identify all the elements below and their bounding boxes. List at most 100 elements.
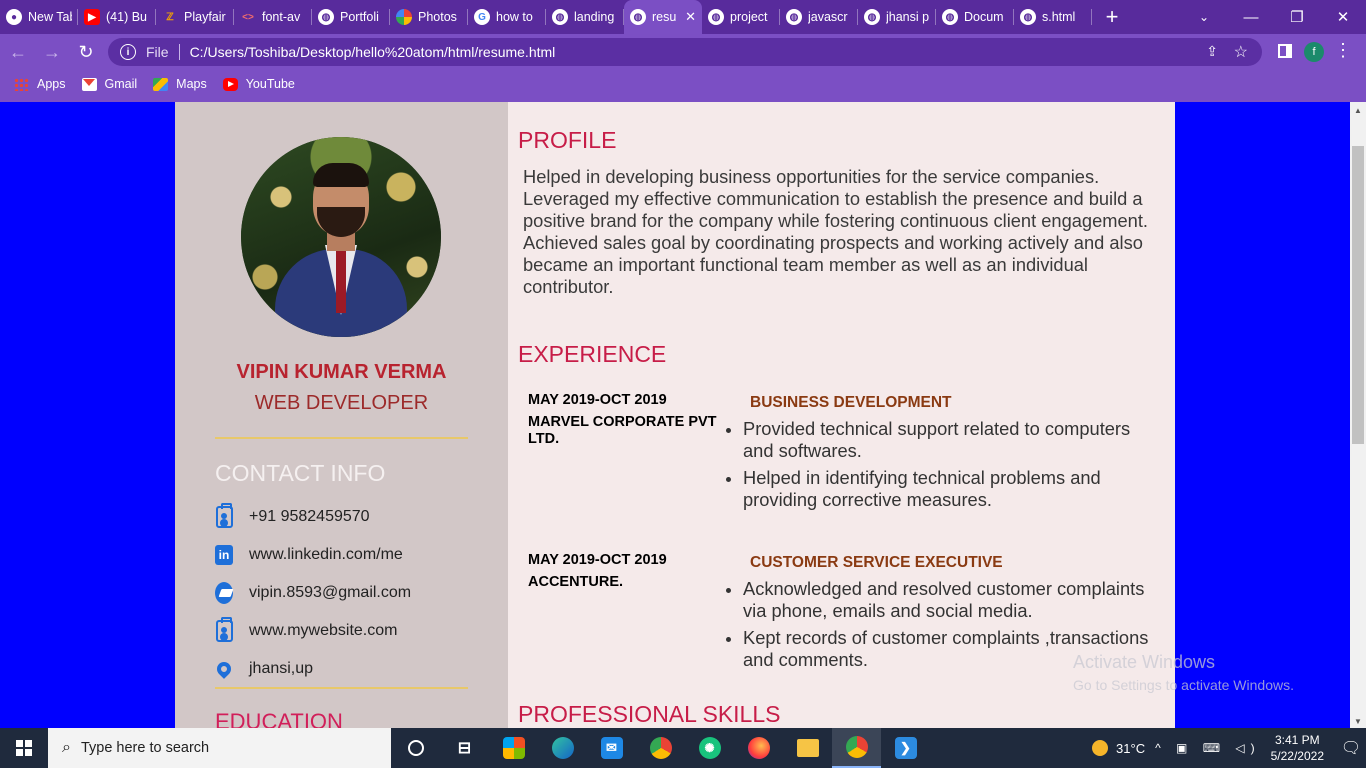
professional-skills-heading: PROFESSIONAL SKILLS — [518, 701, 781, 727]
contact-phone: +91 9582459570 — [215, 498, 411, 536]
bookmark-label: Gmail — [104, 77, 138, 91]
openai-icon: ✺ — [698, 737, 721, 759]
store-button[interactable] — [489, 728, 538, 768]
search-placeholder: Type here to search — [80, 740, 210, 756]
cortana-button[interactable] — [391, 728, 440, 768]
tab-landing[interactable]: ◍ landing — [546, 0, 624, 34]
tray-icons[interactable]: ^ ▣ ⌨ ◁) — [1155, 741, 1261, 755]
close-icon[interactable]: ✕ — [685, 9, 696, 25]
tab-new-tab[interactable]: ● New Tab — [0, 0, 78, 34]
task-view-button[interactable]: ⊟ — [440, 728, 489, 768]
contact-list: +91 9582459570 in www.linkedin.com/me vi… — [214, 498, 411, 688]
taskbar-search[interactable]: ⌕ Type here to search — [48, 728, 391, 768]
windows-logo-icon — [16, 740, 32, 756]
store-icon — [502, 737, 525, 759]
tab-portfolio[interactable]: ◍ Portfoli — [312, 0, 390, 34]
tab-resume[interactable]: ◍ resu ✕ — [624, 0, 702, 34]
minimize-icon[interactable]: — — [1228, 0, 1274, 34]
scrollbar-thumb[interactable] — [1352, 146, 1364, 444]
bookmark-gmail[interactable]: Gmail — [81, 77, 138, 91]
contact-website: www.mywebsite.com — [215, 612, 411, 650]
reload-icon[interactable]: ↻ — [70, 36, 102, 68]
page-scrollbar[interactable]: ▲ ▼ — [1350, 102, 1366, 728]
chatgpt-button[interactable]: ✺ — [685, 728, 734, 768]
tab-s-html[interactable]: ◍ s.html — [1014, 0, 1092, 34]
info-icon[interactable]: i — [120, 44, 136, 60]
new-tab-button[interactable]: + — [1092, 4, 1132, 30]
tab-youtube[interactable]: ▶ (41) Bu — [78, 0, 156, 34]
chevron-down-icon[interactable]: ⌄ — [1192, 0, 1216, 34]
experience-title: CUSTOMER SERVICE EXECUTIVE — [750, 554, 1003, 571]
vscode-button[interactable]: ❯ — [881, 728, 930, 768]
window-controls: — ❐ ✕ — [1228, 0, 1366, 34]
globe-icon: ◍ — [1020, 9, 1036, 25]
tab-jhansi[interactable]: ◍ jhansi p — [858, 0, 936, 34]
address-url[interactable]: C:/Users/Toshiba/Desktop/hello%20atom/ht… — [190, 44, 556, 60]
scroll-up-icon[interactable]: ▲ — [1354, 106, 1362, 115]
address-scheme: File — [146, 44, 169, 60]
bookmark-maps[interactable]: Maps — [153, 77, 207, 91]
file-explorer-button[interactable] — [783, 728, 832, 768]
kebab-menu-icon[interactable]: ⋮ — [1334, 40, 1352, 61]
email-icon — [215, 582, 233, 604]
chrome-button[interactable] — [832, 728, 881, 768]
close-window-icon[interactable]: ✕ — [1320, 0, 1366, 34]
notification-icon[interactable]: 🗨 — [1336, 728, 1366, 768]
bookmark-label: Maps — [176, 77, 207, 91]
maps-icon — [153, 77, 169, 91]
side-panel-icon[interactable] — [1278, 44, 1292, 58]
list-item: Acknowledged and resolved customer compl… — [726, 578, 1163, 622]
contact-text: jhansi,up — [249, 660, 314, 677]
edge-button[interactable] — [538, 728, 587, 768]
bookmark-apps[interactable]: Apps — [14, 77, 66, 91]
share-icon[interactable]: ⇪ — [1206, 43, 1218, 60]
scroll-down-icon[interactable]: ▼ — [1354, 717, 1362, 726]
profile-avatar[interactable]: f — [1304, 42, 1324, 62]
restore-icon[interactable]: ❐ — [1274, 0, 1320, 34]
tab-title: Portfoli — [340, 10, 379, 24]
chrome-icon: ● — [6, 9, 22, 25]
bookmark-youtube[interactable]: YouTube — [222, 77, 295, 91]
task-view-icon: ⊟ — [457, 740, 472, 757]
start-button[interactable] — [0, 728, 48, 768]
linkedin-icon: in — [215, 544, 233, 566]
mail-button[interactable]: ✉ — [587, 728, 636, 768]
search-icon: ⌕ — [62, 739, 71, 756]
forward-icon[interactable]: → — [36, 36, 68, 68]
tab-javascript[interactable]: ◍ javascr — [780, 0, 858, 34]
weather-widget[interactable]: 31°C — [1092, 740, 1145, 756]
youtube-icon: ▶ — [84, 9, 100, 25]
phone-icon — [215, 503, 233, 528]
cortana-icon — [407, 740, 424, 756]
globe-icon: ◍ — [630, 9, 646, 25]
tab-playfair[interactable]: ℤ Playfair — [156, 0, 234, 34]
contact-text[interactable]: www.mywebsite.com — [249, 622, 397, 640]
globe-icon: ◍ — [708, 9, 724, 25]
activation-watermark: Activate Windows — [1073, 652, 1216, 672]
clock[interactable]: 3:41 PM 5/22/2022 — [1271, 732, 1324, 764]
tab-title: landing — [574, 10, 615, 24]
tab-how-to[interactable]: G how to — [468, 0, 546, 34]
tab-font-awesome[interactable]: <> font-av — [234, 0, 312, 34]
resume-card: VIPIN KUMAR VERMA WEB DEVELOPER CONTACT … — [175, 102, 1175, 728]
experience-heading: EXPERIENCE — [518, 341, 667, 367]
contact-text[interactable]: vipin.8593@gmail.com — [249, 584, 411, 602]
windows-taskbar: ⌕ Type here to search ⊟ ✉ ✺ ❯ 31°C ^ ▣ ⌨… — [0, 728, 1366, 768]
vscode-icon: ❯ — [894, 737, 917, 759]
contact-text[interactable]: www.linkedin.com/me — [249, 546, 403, 564]
bookmark-star-icon[interactable]: ☆ — [1234, 42, 1248, 62]
profile-heading: PROFILE — [518, 127, 617, 153]
tab-title: Photos — [418, 10, 457, 24]
tab-document[interactable]: ◍ Docum — [936, 0, 1014, 34]
firefox-button[interactable] — [734, 728, 783, 768]
tab-photos[interactable]: Photos — [390, 0, 468, 34]
weather-icon — [1092, 740, 1109, 756]
globe-icon: ◍ — [942, 9, 958, 25]
address-bar[interactable]: i File C:/Users/Toshiba/Desktop/hello%20… — [108, 38, 1262, 66]
experience-title: BUSINESS DEVELOPMENT — [750, 394, 952, 411]
chrome-profile-button[interactable] — [636, 728, 685, 768]
tab-project[interactable]: ◍ project — [702, 0, 780, 34]
chrome-icon — [845, 736, 868, 758]
back-icon[interactable]: ← — [2, 36, 34, 68]
tab-title: Docum — [964, 10, 1004, 24]
